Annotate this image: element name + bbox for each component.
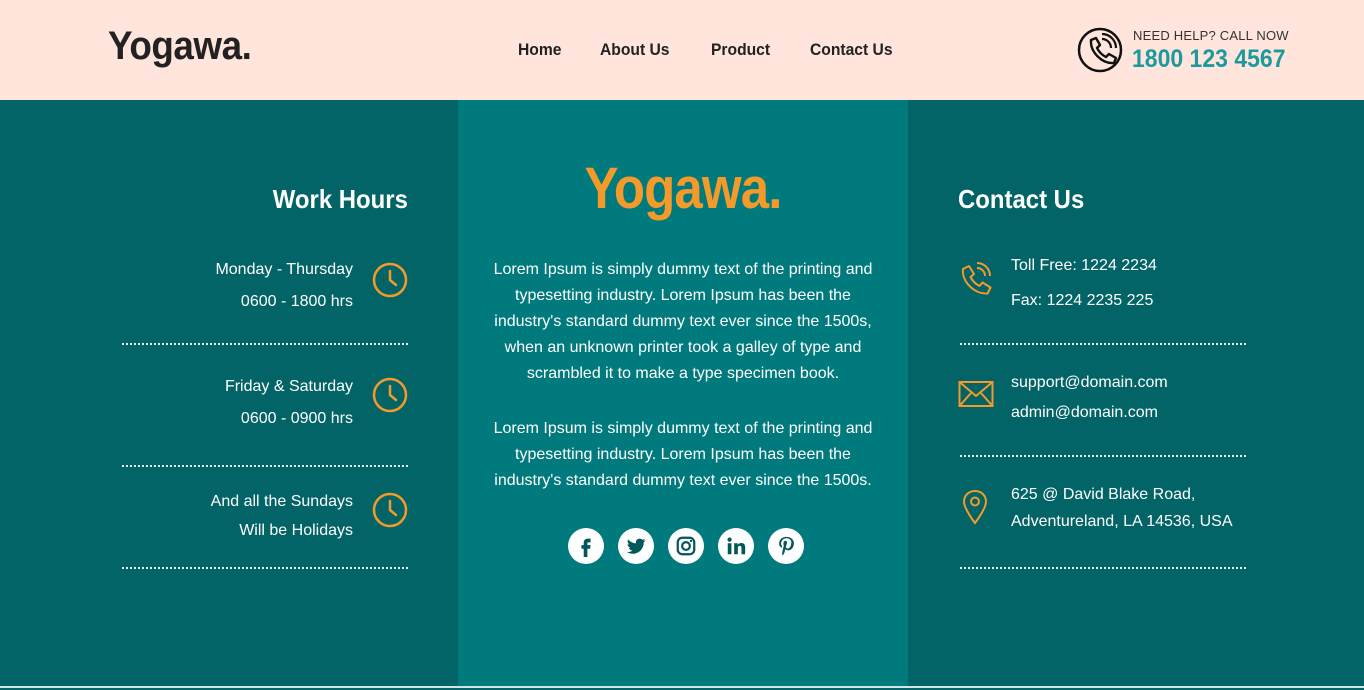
phone-call-icon	[1077, 27, 1123, 73]
phone-ring-icon	[961, 262, 992, 295]
divider	[122, 567, 408, 569]
help-phone-number[interactable]: 1800 123 4567	[1132, 45, 1285, 74]
help-callout: NEED HELP? CALL NOW 1800 123 4567	[1076, 26, 1296, 76]
location-pin-icon	[962, 489, 988, 525]
hours-time: 0600 - 0900 hrs	[240, 410, 353, 427]
fax-number: Fax: 1224 2235 225	[1011, 292, 1154, 309]
linkedin-icon[interactable]	[718, 528, 754, 564]
divider	[960, 567, 1246, 569]
hours-item: Friday & Saturday 0600 - 0900 hrs	[122, 375, 408, 427]
work-hours-title: Work Hours	[272, 184, 408, 214]
address-line-2: Adventureland, LA 14536, USA	[1011, 513, 1233, 530]
toll-free-number[interactable]: Toll Free: 1224 2234	[1011, 257, 1157, 275]
divider	[122, 465, 408, 467]
hours-time: 0600 - 1800 hrs	[240, 293, 353, 310]
clock-icon	[372, 377, 408, 413]
site-logo[interactable]: Yogawa.	[108, 24, 252, 69]
facebook-icon[interactable]	[568, 528, 604, 564]
divider	[122, 343, 408, 345]
twitter-icon[interactable]	[618, 528, 654, 564]
hours-item: And all the Sundays Will be Holidays	[122, 490, 408, 540]
about-paragraph-1: Lorem Ipsum is simply dummy text of the …	[493, 261, 873, 382]
hours-item: Monday - Thursday 0600 - 1800 hrs	[122, 258, 408, 310]
pinterest-icon[interactable]	[768, 528, 804, 564]
nav-about-us[interactable]: About Us	[600, 40, 670, 60]
help-label: NEED HELP? CALL NOW	[1133, 28, 1289, 43]
site-header: Yogawa. Home About Us Product Contact Us…	[0, 0, 1364, 100]
main-nav: Home About Us Product Contact Us	[518, 40, 935, 60]
contact-title: Contact Us	[958, 184, 1085, 214]
hours-days: Friday & Saturday	[224, 378, 353, 395]
divider	[960, 343, 1246, 345]
instagram-icon[interactable]	[668, 528, 704, 564]
footer-bottom-border	[0, 686, 1364, 688]
footer-logo: Yogawa.	[458, 155, 908, 222]
nav-contact-us[interactable]: Contact Us	[810, 40, 893, 60]
hours-days: And all the Sundays	[210, 493, 353, 510]
about-paragraph-2: Lorem Ipsum is simply dummy text of the …	[493, 420, 873, 489]
support-email[interactable]: support@domain.com	[1011, 374, 1168, 392]
envelope-icon	[958, 381, 994, 407]
hours-days: Monday - Thursday	[215, 261, 353, 278]
admin-email[interactable]: admin@domain.com	[1011, 404, 1158, 422]
footer-logo-text: Yogawa.	[584, 156, 782, 221]
clock-icon	[372, 492, 408, 528]
nav-product[interactable]: Product	[711, 40, 770, 60]
divider	[960, 455, 1246, 457]
nav-home[interactable]: Home	[518, 40, 561, 60]
hours-note: Will be Holidays	[239, 522, 353, 539]
address-line-1: 625 @ David Blake Road,	[1011, 486, 1196, 503]
social-links	[568, 528, 818, 564]
clock-icon	[372, 262, 408, 298]
